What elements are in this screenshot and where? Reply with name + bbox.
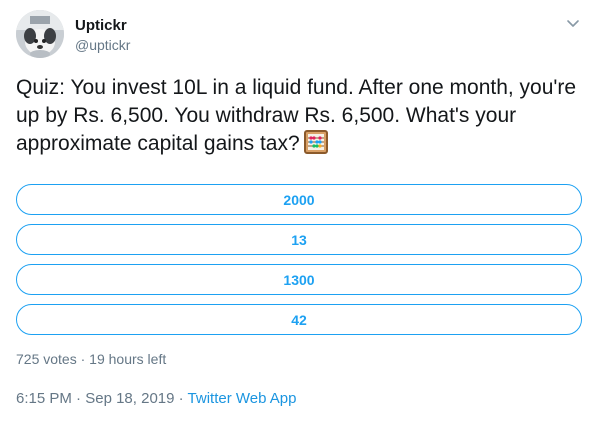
divider [16,382,582,383]
tweet-meta: 6:15 PM · Sep 18, 2019 · Twitter Web App [16,389,297,409]
poll-option-2000[interactable]: 2000 [16,184,582,215]
poll-option-label: 2000 [283,191,315,208]
user-handle[interactable]: @uptickr [75,36,130,54]
tweet-time[interactable]: 6:15 PM [16,390,72,407]
poll: 2000 13 1300 42 [16,184,582,344]
meta-separator: · [76,390,82,407]
user-meta: Uptickr @uptickr [75,16,130,54]
meta-separator: · [178,390,184,407]
poll-status: 725 votes · 19 hours left [16,350,166,368]
poll-option-label: 13 [291,231,307,248]
poll-option-42[interactable]: 42 [16,304,582,335]
abacus-icon [303,130,328,154]
poll-option-label: 1300 [283,271,315,288]
tweet-card: Uptickr @uptickr Quiz: You invest 10L in… [0,0,598,422]
poll-separator: · [80,351,86,367]
poll-votes: 725 votes [16,351,77,367]
poll-option-13[interactable]: 13 [16,224,582,255]
poll-option-1300[interactable]: 1300 [16,264,582,295]
tweet-header: Uptickr @uptickr [16,10,582,60]
tweet-text: Quiz: You invest 10L in a liquid fund. A… [16,74,582,158]
poll-option-label: 42 [291,311,307,328]
tweet-body: Quiz: You invest 10L in a liquid fund. A… [16,76,577,155]
avatar[interactable] [16,10,64,58]
tweet-date[interactable]: Sep 18, 2019 [85,390,174,407]
dog-avatar-icon [16,10,64,58]
tweet-source-link[interactable]: Twitter Web App [188,390,297,407]
poll-time-left: 19 hours left [89,351,167,367]
chevron-down-icon[interactable] [564,14,582,32]
display-name[interactable]: Uptickr [75,16,130,36]
